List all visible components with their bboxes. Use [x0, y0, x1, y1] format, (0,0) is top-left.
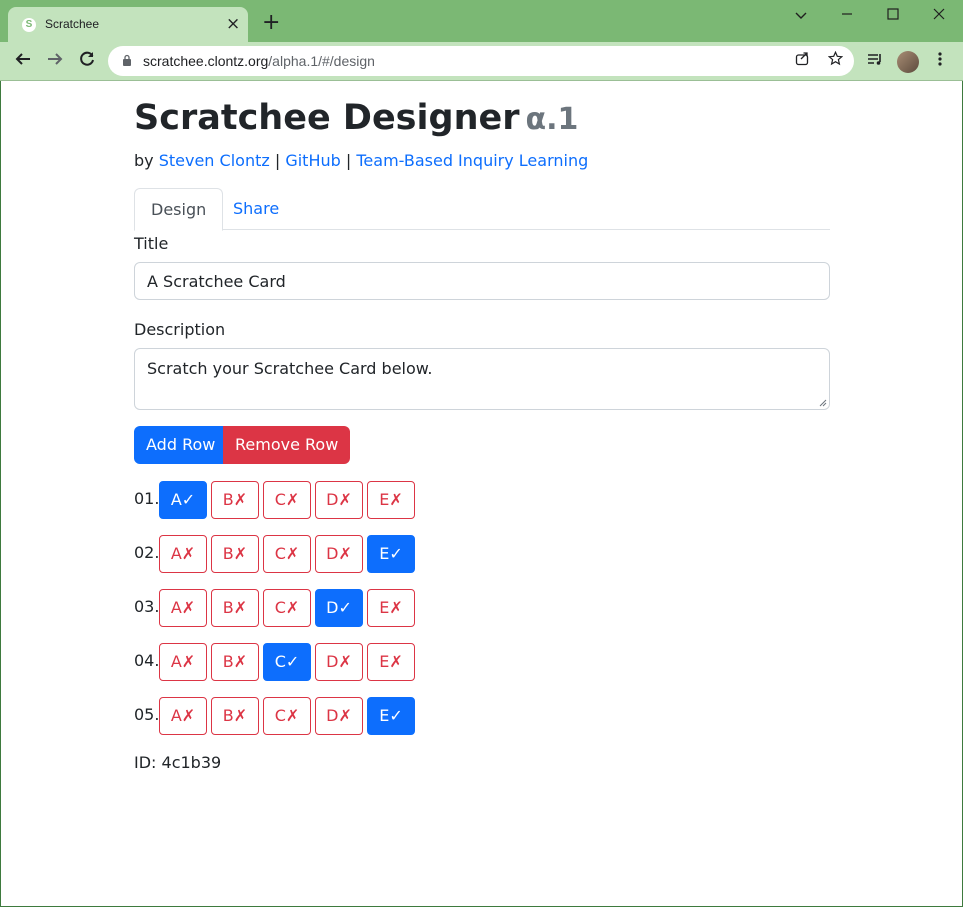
tbil-link[interactable]: Team-Based Inquiry Learning	[356, 151, 588, 170]
byline: by Steven Clontz | GitHub | Team-Based I…	[134, 151, 588, 170]
reload-icon[interactable]	[76, 50, 98, 72]
answer-option-incorrect[interactable]: C✗	[263, 535, 311, 573]
row-number: 02.	[134, 543, 160, 562]
answer-option-incorrect[interactable]: B✗	[211, 535, 259, 573]
title-input[interactable]: A Scratchee Card	[134, 262, 830, 300]
page-title-text: Scratchee Designer	[134, 98, 520, 138]
back-arrow-icon[interactable]	[12, 50, 34, 72]
author-link[interactable]: Steven Clontz	[159, 151, 270, 170]
byline-separator: |	[345, 151, 352, 170]
answer-option-incorrect[interactable]: E✗	[367, 589, 415, 627]
page-title: Scratchee Designer α.1	[134, 98, 578, 138]
answer-option-incorrect[interactable]: D✗	[315, 643, 363, 681]
close-window-icon[interactable]	[924, 4, 954, 28]
answer-option-incorrect[interactable]: B✗	[211, 643, 259, 681]
answer-option-incorrect[interactable]: B✗	[211, 589, 259, 627]
title-label: Title	[134, 234, 169, 253]
answer-option-incorrect[interactable]: A✗	[159, 697, 207, 735]
tab-share[interactable]: Share	[217, 188, 295, 229]
media-queue-icon[interactable]	[864, 50, 886, 72]
url-host: scratchee.clontz.org	[143, 53, 269, 69]
profile-avatar[interactable]	[897, 51, 919, 73]
answer-option-correct[interactable]: C✓	[263, 643, 311, 681]
new-tab-plus-icon[interactable]: +	[262, 12, 280, 34]
remove-row-button[interactable]: Remove Row	[223, 426, 351, 464]
answer-option-incorrect[interactable]: D✗	[315, 535, 363, 573]
browser-tab[interactable]: S Scratchee ×	[8, 7, 248, 43]
answer-option-incorrect[interactable]: C✗	[263, 697, 311, 735]
minimize-icon[interactable]	[832, 4, 862, 28]
answer-option-incorrect[interactable]: C✗	[263, 589, 311, 627]
browser-toolbar: scratchee.clontz.org/alpha.1/#/design	[0, 42, 963, 81]
row-number: 04.	[134, 651, 160, 670]
tab-title: Scratchee	[45, 17, 100, 31]
browser-titlebar: S Scratchee × +	[0, 0, 963, 43]
description-label: Description	[134, 320, 226, 339]
answer-option-incorrect[interactable]: A✗	[159, 643, 207, 681]
answer-option-incorrect[interactable]: B✗	[211, 697, 259, 735]
byline-prefix: by	[134, 151, 154, 170]
answer-option-correct[interactable]: A✓	[159, 481, 207, 519]
row-number: 05.	[134, 705, 160, 724]
answer-option-incorrect[interactable]: A✗	[159, 589, 207, 627]
lock-icon	[123, 54, 131, 66]
version-label: α.1	[525, 102, 579, 137]
menu-kebab-icon[interactable]	[929, 50, 951, 72]
address-bar[interactable]: scratchee.clontz.org/alpha.1/#/design	[108, 46, 854, 76]
tab-close-icon[interactable]: ×	[226, 15, 240, 33]
byline-separator: |	[274, 151, 281, 170]
answer-option-incorrect[interactable]: E✗	[367, 643, 415, 681]
bookmark-star-icon[interactable]	[825, 50, 845, 71]
add-row-button[interactable]: Add Row	[134, 426, 228, 464]
scratchee-favicon-icon: S	[22, 18, 36, 32]
answer-option-correct[interactable]: D✓	[315, 589, 363, 627]
url-text: scratchee.clontz.org/alpha.1/#/design	[143, 53, 375, 69]
nav-tabs: Design Share	[134, 188, 830, 231]
description-textarea[interactable]: Scratch your Scratchee Card below.	[134, 348, 830, 410]
tab-search-chevron-icon[interactable]	[786, 4, 816, 28]
url-path: /alpha.1/#/design	[268, 53, 375, 69]
tab-design[interactable]: Design	[134, 188, 224, 231]
resize-grip-icon[interactable]	[819, 399, 827, 407]
title-input-value: A Scratchee Card	[147, 272, 286, 291]
card-id: ID: 4c1b39	[134, 753, 222, 772]
answer-option-incorrect[interactable]: B✗	[211, 481, 259, 519]
answer-option-correct[interactable]: E✓	[367, 697, 415, 735]
row-number: 01.	[134, 489, 160, 508]
maximize-icon[interactable]	[878, 4, 908, 28]
row-number: 03.	[134, 597, 160, 616]
answer-option-correct[interactable]: E✓	[367, 535, 415, 573]
answer-option-incorrect[interactable]: C✗	[263, 481, 311, 519]
description-textarea-value: Scratch your Scratchee Card below.	[147, 359, 433, 378]
forward-arrow-icon[interactable]	[44, 50, 66, 72]
answer-option-incorrect[interactable]: E✗	[367, 481, 415, 519]
github-link[interactable]: GitHub	[285, 151, 340, 170]
answer-option-incorrect[interactable]: D✗	[315, 697, 363, 735]
answer-option-incorrect[interactable]: D✗	[315, 481, 363, 519]
answer-option-incorrect[interactable]: A✗	[159, 535, 207, 573]
share-page-icon[interactable]	[792, 51, 812, 71]
